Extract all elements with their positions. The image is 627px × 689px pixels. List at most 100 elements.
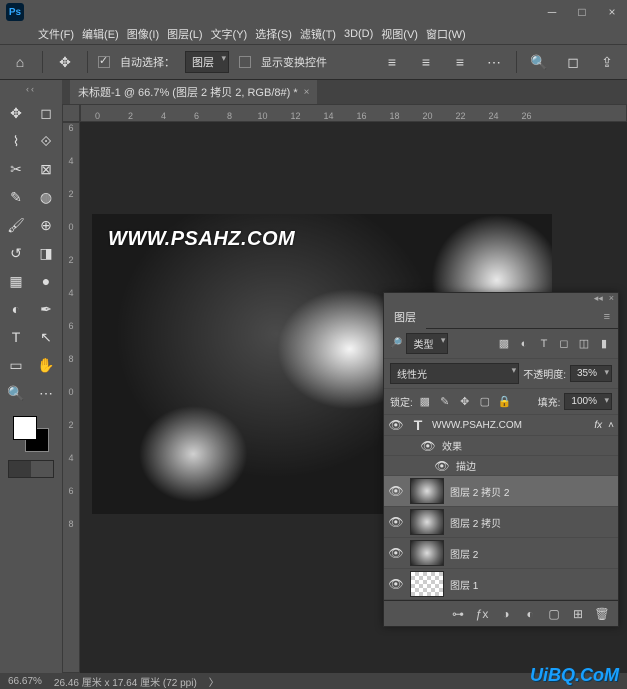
move-tool[interactable]: ✥ bbox=[2, 100, 30, 126]
auto-select-dropdown[interactable]: 图层 bbox=[185, 51, 229, 73]
zoom-tool[interactable]: 🔍 bbox=[2, 380, 30, 406]
edit-toolbar[interactable]: ⋯ bbox=[32, 380, 60, 406]
frame-icon[interactable]: ◻ bbox=[561, 50, 585, 74]
fill-input[interactable]: 100% bbox=[564, 393, 612, 410]
minimize-button[interactable]: ─ bbox=[537, 0, 567, 24]
visibility-icon[interactable]: 👁 bbox=[388, 546, 404, 560]
heal-tool[interactable]: ◍ bbox=[32, 184, 60, 210]
foreground-swatch[interactable] bbox=[13, 416, 37, 440]
lasso-tool[interactable]: ⌇ bbox=[2, 128, 30, 154]
visibility-icon[interactable]: 👁 bbox=[388, 577, 404, 591]
pen-tool[interactable]: ✒ bbox=[32, 296, 60, 322]
blend-mode-dropdown[interactable]: 线性光 bbox=[390, 363, 519, 384]
adjustment-layer-icon[interactable]: ◐ bbox=[522, 606, 538, 622]
filter-shape-icon[interactable]: ◻ bbox=[556, 336, 572, 352]
lock-position-icon[interactable]: ✥ bbox=[457, 394, 473, 410]
layer-thumbnail[interactable] bbox=[410, 571, 444, 597]
tab-close-icon[interactable]: × bbox=[304, 87, 310, 98]
path-tool[interactable]: ↖ bbox=[32, 324, 60, 350]
auto-select-checkbox[interactable] bbox=[98, 56, 110, 68]
menu-view[interactable]: 视图(V) bbox=[381, 26, 418, 42]
ruler-origin[interactable] bbox=[62, 104, 80, 122]
brush-tool[interactable]: 🖌 bbox=[2, 212, 30, 238]
zoom-level[interactable]: 66.67% bbox=[8, 676, 42, 687]
layer-style-icon[interactable]: ƒx bbox=[474, 606, 490, 622]
menu-layer[interactable]: 图层(L) bbox=[167, 26, 202, 42]
fx-group[interactable]: 👁 效果 bbox=[384, 436, 618, 456]
quickmask-toggle[interactable] bbox=[8, 460, 54, 478]
panel-menu-icon[interactable]: ≡ bbox=[596, 311, 618, 323]
layer-item[interactable]: 👁 图层 2 bbox=[384, 538, 618, 569]
move-tool-icon[interactable]: ✥ bbox=[53, 50, 77, 74]
layer-thumbnail[interactable] bbox=[410, 540, 444, 566]
menu-select[interactable]: 选择(S) bbox=[255, 26, 292, 42]
layers-tab[interactable]: 图层 bbox=[384, 305, 426, 329]
layer-name[interactable]: 图层 2 bbox=[450, 546, 478, 561]
menu-file[interactable]: 文件(F) bbox=[38, 26, 74, 42]
menu-3d[interactable]: 3D(D) bbox=[344, 28, 373, 40]
menu-window[interactable]: 窗口(W) bbox=[426, 26, 466, 42]
filter-adjust-icon[interactable]: ◐ bbox=[516, 336, 532, 352]
filter-toggle-icon[interactable]: ▮ bbox=[596, 336, 612, 352]
align-icon-2[interactable]: ≡ bbox=[414, 50, 438, 74]
marquee-tool[interactable]: ◻ bbox=[32, 100, 60, 126]
lock-pixels-icon[interactable]: ✎ bbox=[437, 394, 453, 410]
layer-item[interactable]: 👁 图层 1 bbox=[384, 569, 618, 600]
ruler-horizontal[interactable]: 02468101214161820222426 bbox=[80, 104, 627, 122]
layer-name[interactable]: 图层 2 拷贝 2 bbox=[450, 484, 509, 499]
lock-all-icon[interactable]: 🔒 bbox=[497, 394, 513, 410]
visibility-icon[interactable]: 👁 bbox=[420, 439, 436, 453]
delete-layer-icon[interactable]: 🗑 bbox=[594, 606, 610, 622]
stamp-tool[interactable]: ⊕ bbox=[32, 212, 60, 238]
align-icon-3[interactable]: ≡ bbox=[448, 50, 472, 74]
visibility-icon[interactable]: 👁 bbox=[434, 459, 450, 473]
link-layers-icon[interactable]: ⊶ bbox=[450, 606, 466, 622]
transform-checkbox[interactable] bbox=[239, 56, 251, 68]
frame-tool[interactable]: ⊠ bbox=[32, 156, 60, 182]
fx-item[interactable]: 👁 描边 bbox=[384, 456, 618, 476]
layer-name[interactable]: 图层 1 bbox=[450, 577, 478, 592]
color-swatches[interactable] bbox=[13, 416, 49, 452]
menu-type[interactable]: 文字(Y) bbox=[211, 26, 248, 42]
gradient-tool[interactable]: ▦ bbox=[2, 268, 30, 294]
document-info[interactable]: 26.46 厘米 x 17.64 厘米 (72 ppi) bbox=[54, 674, 197, 689]
layer-item[interactable]: 👁 图层 2 拷贝 bbox=[384, 507, 618, 538]
align-icon-1[interactable]: ≡ bbox=[380, 50, 404, 74]
new-layer-icon[interactable]: ⊞ bbox=[570, 606, 586, 622]
panel-close-icon[interactable]: × bbox=[609, 293, 614, 305]
ruler-vertical[interactable]: 6420246802468 bbox=[62, 122, 80, 673]
expand-tools-icon[interactable]: ‹‹ bbox=[0, 84, 62, 98]
lock-transparency-icon[interactable]: ▩ bbox=[417, 394, 433, 410]
home-icon[interactable]: ⌂ bbox=[8, 50, 32, 74]
doc-info-expand-icon[interactable]: 〉 bbox=[209, 674, 219, 689]
filter-pixel-icon[interactable]: ▩ bbox=[496, 336, 512, 352]
visibility-icon[interactable]: 👁 bbox=[388, 484, 404, 498]
filter-type-icon[interactable]: T bbox=[536, 336, 552, 352]
layer-name[interactable]: 图层 2 拷贝 bbox=[450, 515, 501, 530]
wand-tool[interactable]: ⟐ bbox=[32, 128, 60, 154]
filter-smart-icon[interactable]: ◫ bbox=[576, 336, 592, 352]
crop-tool[interactable]: ✂ bbox=[2, 156, 30, 182]
fx-badge[interactable]: fx bbox=[594, 420, 602, 431]
history-brush-tool[interactable]: ↺ bbox=[2, 240, 30, 266]
dodge-tool[interactable]: ◐ bbox=[2, 296, 30, 322]
expand-fx-icon[interactable]: ˄ bbox=[608, 420, 614, 431]
layer-thumbnail[interactable] bbox=[410, 478, 444, 504]
panel-collapse-icon[interactable]: ◂◂ bbox=[594, 293, 603, 305]
group-icon[interactable]: ▢ bbox=[546, 606, 562, 622]
menu-filter[interactable]: 滤镜(T) bbox=[300, 26, 336, 42]
blur-tool[interactable]: ● bbox=[32, 268, 60, 294]
maximize-button[interactable]: □ bbox=[567, 0, 597, 24]
opacity-input[interactable]: 35% bbox=[570, 365, 612, 382]
type-tool[interactable]: T bbox=[2, 324, 30, 350]
layer-thumbnail[interactable] bbox=[410, 509, 444, 535]
menu-image[interactable]: 图像(I) bbox=[127, 26, 159, 42]
eyedropper-tool[interactable]: ✎ bbox=[2, 184, 30, 210]
close-button[interactable]: × bbox=[597, 0, 627, 24]
menu-edit[interactable]: 编辑(E) bbox=[82, 26, 119, 42]
layer-mask-icon[interactable]: ◑ bbox=[498, 606, 514, 622]
more-icon[interactable]: ⋯ bbox=[482, 50, 506, 74]
share-icon[interactable]: ⇪ bbox=[595, 50, 619, 74]
layer-item[interactable]: 👁 T WWW.PSAHZ.COM fx ˄ bbox=[384, 415, 618, 436]
visibility-icon[interactable]: 👁 bbox=[388, 515, 404, 529]
